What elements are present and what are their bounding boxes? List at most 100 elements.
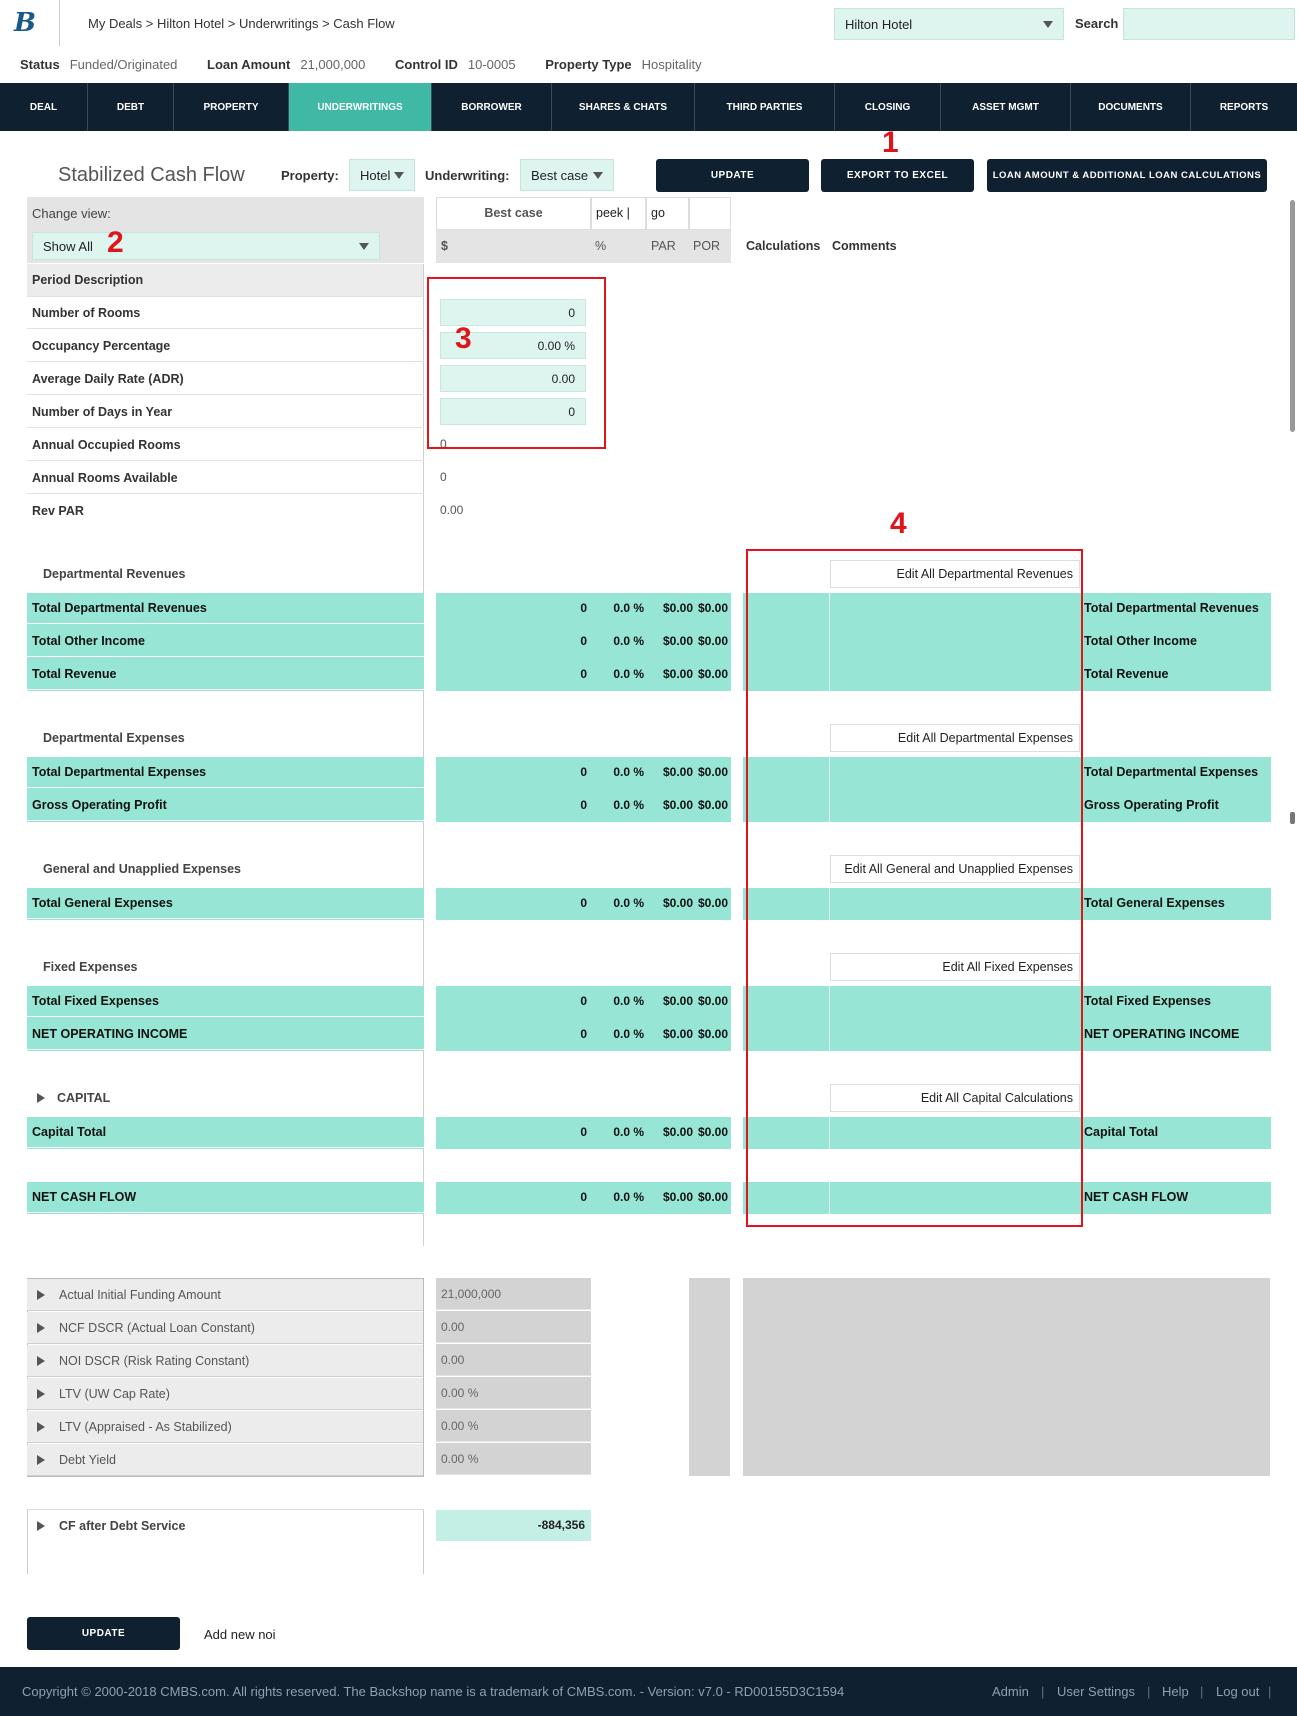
annotation-4: 4: [890, 507, 907, 540]
net-cash-flow-comment: NET CASH FLOW: [1084, 1190, 1189, 1204]
metrics-grey-column: [689, 1278, 730, 1476]
value-cell: 0: [580, 1190, 587, 1204]
loan-amount-calculations-button[interactable]: LOAN AMOUNT & ADDITIONAL LOAN CALCULATIO…: [987, 159, 1267, 192]
par-cell: $0.00: [662, 994, 693, 1008]
tab-reports[interactable]: REPORTS: [1191, 83, 1297, 131]
por-cell: $0.00: [697, 994, 728, 1008]
tab-deal[interactable]: DEAL: [0, 83, 88, 131]
total-general-expenses-label: Total General Expenses: [27, 888, 424, 919]
loan-amount-value: 21,000,000: [300, 57, 366, 72]
chevron-down-icon: [359, 242, 369, 250]
departmental-revenues-header: Departmental Revenues: [43, 567, 186, 581]
gross-operating-profit-values: 0 0.0 % $0.00 $0.00: [436, 790, 731, 821]
value-cell: 0: [580, 896, 587, 910]
footer-copyright: Copyright © 2000-2018 CMBS.com. All righ…: [22, 1684, 845, 1699]
capital-header: CAPITAL: [57, 1091, 111, 1105]
footer-separator: |: [1041, 1684, 1045, 1699]
header-divider: [59, 0, 60, 46]
metric-value: 21,000,000: [436, 1278, 591, 1310]
metric-label: LTV (UW Cap Rate): [59, 1386, 170, 1401]
gross-operating-profit-label: Gross Operating Profit: [27, 790, 424, 821]
view-select-value: Show All: [43, 238, 93, 254]
loan-amount-label: Loan Amount: [207, 57, 291, 72]
search-label: Search: [1075, 16, 1119, 31]
por-cell: $0.00: [697, 896, 728, 910]
expand-triangle-icon: [37, 1322, 45, 1333]
expand-triangle-icon: [37, 1521, 45, 1531]
metrics-grey-panel: [743, 1278, 1270, 1476]
footer-link-user-settings[interactable]: User Settings: [1057, 1684, 1135, 1699]
annotation-2: 2: [107, 226, 124, 259]
rev-par-value: 0.00: [440, 503, 464, 517]
metric-label: Debt Yield: [59, 1452, 116, 1467]
view-select[interactable]: Show All: [32, 232, 380, 260]
metric-row[interactable]: Actual Initial Funding Amount: [27, 1279, 423, 1311]
annotation-1: 1: [882, 126, 899, 159]
go-link[interactable]: go: [646, 197, 689, 230]
pct-cell: 0.0 %: [613, 765, 644, 779]
tab-closing[interactable]: CLOSING: [835, 83, 941, 131]
annual-rooms-available-label: Annual Rooms Available: [27, 462, 424, 494]
pct-cell: 0.0 %: [613, 1190, 644, 1204]
capital-toggle[interactable]: CAPITAL: [37, 1091, 110, 1105]
total-general-expenses-comment: Total General Expenses: [1084, 896, 1225, 910]
por-cell: $0.00: [697, 1027, 728, 1041]
bottom-update-button[interactable]: UPDATE: [27, 1617, 180, 1650]
status-bar: Status Funded/Originated Loan Amount 21,00…: [20, 57, 728, 72]
total-revenue-comment: Total Revenue: [1084, 667, 1169, 681]
metric-row[interactable]: NCF DSCR (Actual Loan Constant): [27, 1312, 423, 1344]
net-operating-income-values: 0 0.0 % $0.00 $0.00: [436, 1019, 731, 1050]
property-select[interactable]: Hotel: [349, 159, 415, 191]
annual-occupied-rooms-label: Annual Occupied Rooms: [27, 429, 424, 461]
tab-debt[interactable]: DEBT: [88, 83, 174, 131]
footer-link-help[interactable]: Help: [1162, 1684, 1189, 1699]
tab-documents[interactable]: DOCUMENTS: [1071, 83, 1191, 131]
tab-borrower[interactable]: BORROWER: [432, 83, 552, 131]
deal-select-value: Hilton Hotel: [845, 16, 913, 32]
tab-property[interactable]: PROPERTY: [174, 83, 289, 131]
total-general-expenses-values: 0 0.0 % $0.00 $0.00: [436, 888, 731, 919]
underwriting-select-value: Best case: [531, 167, 589, 183]
search-input[interactable]: [1123, 8, 1295, 40]
total-other-income-values: 0 0.0 % $0.00 $0.00: [436, 626, 731, 657]
days-in-year-label: Number of Days in Year: [27, 396, 424, 428]
metric-row[interactable]: LTV (Appraised - As Stabilized): [27, 1411, 423, 1443]
tab-asset-mgmt[interactable]: ASSET MGMT: [941, 83, 1071, 131]
total-departmental-revenues-label: Total Departmental Revenues: [27, 593, 424, 624]
add-new-noi-link[interactable]: Add new noi: [204, 1627, 276, 1642]
net-operating-income-label: NET OPERATING INCOME: [27, 1019, 424, 1050]
metric-row[interactable]: Debt Yield: [27, 1444, 423, 1476]
tab-shares-chats[interactable]: SHARES & CHATS: [552, 83, 695, 131]
footer-link-admin[interactable]: Admin: [992, 1684, 1029, 1699]
best-case-column-header: Best case: [436, 197, 591, 230]
total-departmental-revenues-comment: Total Departmental Revenues: [1084, 601, 1259, 615]
capital-total-label: Capital Total: [27, 1117, 424, 1148]
deal-select[interactable]: Hilton Hotel: [834, 8, 1064, 40]
export-to-excel-button[interactable]: EXPORT TO EXCEL: [821, 159, 974, 192]
annotation-3: 3: [455, 322, 472, 355]
total-fixed-expenses-comment: Total Fixed Expenses: [1084, 994, 1211, 1008]
breadcrumb[interactable]: My Deals > Hilton Hotel > Underwritings …: [88, 16, 395, 31]
gross-operating-profit-comment: Gross Operating Profit: [1084, 798, 1219, 812]
tab-underwritings[interactable]: UNDERWRITINGS: [289, 83, 432, 131]
expand-triangle-icon: [37, 1388, 45, 1399]
backshop-logo[interactable]: B: [14, 8, 44, 38]
par-cell: $0.00: [662, 1027, 693, 1041]
update-button[interactable]: UPDATE: [656, 159, 809, 192]
metric-row[interactable]: LTV (UW Cap Rate): [27, 1378, 423, 1410]
fixed-expenses-header: Fixed Expenses: [43, 960, 138, 974]
vertical-scrollbar-thumb[interactable]: [1290, 200, 1295, 432]
metric-value: 0.00 %: [436, 1410, 591, 1442]
underwriting-select[interactable]: Best case: [520, 159, 614, 191]
total-departmental-expenses-label: Total Departmental Expenses: [27, 757, 424, 788]
metric-row[interactable]: NOI DSCR (Risk Rating Constant): [27, 1345, 423, 1377]
pct-cell: 0.0 %: [613, 1027, 644, 1041]
cf-after-debt-row[interactable]: CF after Debt Service: [27, 1510, 185, 1542]
peek-link[interactable]: peek |: [591, 197, 646, 230]
value-cell: 0: [580, 1027, 587, 1041]
par-cell: $0.00: [662, 667, 693, 681]
footer-link-logout[interactable]: Log out: [1216, 1684, 1259, 1699]
expand-triangle-icon: [37, 1355, 45, 1366]
comments-header: Comments: [832, 239, 897, 253]
tab-third-parties[interactable]: THIRD PARTIES: [695, 83, 835, 131]
